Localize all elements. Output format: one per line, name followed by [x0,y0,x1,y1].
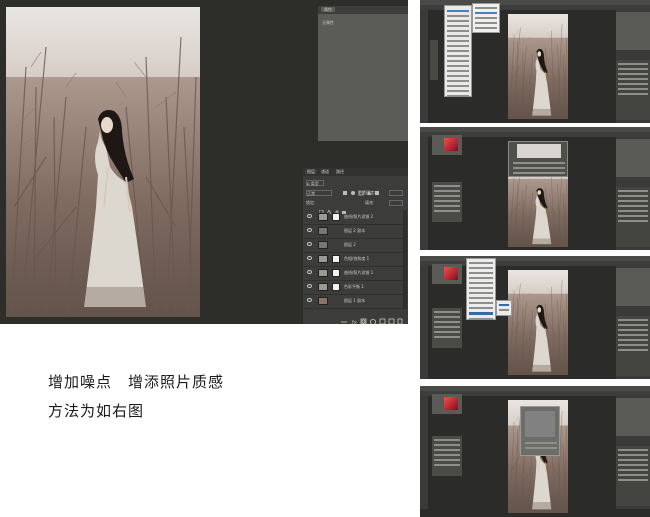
color-picker-panel [432,264,462,284]
caption-line2: 方法为如右图 [48,402,145,420]
color-swatch[interactable] [444,397,458,410]
layer-name: 色相/饱和度 1 [344,256,370,261]
mini-panel [432,182,462,222]
navigator-panel [616,268,650,306]
layer-mask-thumbnail [332,283,340,291]
layer-name: 图层 2 [344,242,356,247]
tools-panel [420,10,428,123]
caption-line1-a: 增加噪点 [48,373,113,391]
svg-text:fx: fx [352,320,357,324]
tab-paths[interactable]: 路径 [336,169,344,174]
layer-name: 图层 1 副本 [344,298,366,303]
layer-name: 图层 2 副本 [344,228,366,233]
visibility-eye-icon[interactable] [307,256,312,260]
layer-row[interactable]: 色相/饱和度 1 [304,252,407,267]
layer-mask-thumbnail [332,269,340,277]
layer-thumbnail [318,255,328,263]
blend-mode-select[interactable]: 正常 [306,190,332,196]
navigator-panel [616,398,650,436]
layers-panel-mini [616,60,650,120]
main-screenshot: 属性 无属性 图层 通道 路径 ρ 类型 正常 不透明度: 锁定: 填充: 曲线… [0,0,408,324]
visibility-eye-icon[interactable] [307,270,312,274]
visibility-eye-icon[interactable] [307,228,312,232]
color-picker-panel [432,135,462,155]
dialog-preview [517,144,561,158]
layers-panel-mini [616,187,650,247]
layers-panel-mini [616,446,650,506]
lock-label: 锁定: [306,200,316,205]
navigator-panel [616,139,650,177]
mini-panel [430,40,438,80]
image-menu[interactable] [466,258,496,320]
visibility-eye-icon[interactable] [307,214,312,218]
layer-name: 色彩平衡 1 [344,284,364,289]
step1-screenshot [420,0,650,123]
mini-panel [432,308,462,348]
visibility-eye-icon[interactable] [307,298,312,302]
layer-mask-thumbnail [332,213,340,221]
layer-thumbnail [318,283,328,291]
layer-list: 曲线/照片滤镜 2 图层 2 副本 图层 2 色相/饱和度 1 曲线/照片滤镜 1 色彩平… [304,210,407,309]
layers-panel-mini [616,316,650,376]
opacity-input[interactable] [389,190,403,196]
tab-properties[interactable]: 属性 [321,7,335,12]
tools-panel [420,266,428,379]
layer-name: 曲线/照片滤镜 2 [344,214,374,219]
tab-layers[interactable]: 图层 [305,169,317,174]
opacity-label: 不透明度: [358,190,376,195]
properties-panel: 属性 无属性 [318,6,408,141]
color-swatch[interactable] [444,267,458,280]
layer-thumbnail [318,269,328,277]
step3-photo [508,270,568,375]
layer-thumbnail [318,227,328,235]
layers-scrollbar[interactable] [403,210,407,308]
layer-thumbnail [318,213,328,221]
layer-name: 曲线/照片滤镜 1 [344,270,374,275]
layer-row[interactable]: 曲线/照片滤镜 2 [304,210,407,225]
girl-photo-image [6,7,200,317]
layer-filter-select[interactable]: ρ 类型 [306,180,324,186]
navigator-panel [616,12,650,50]
layer-thumbnail [318,241,328,249]
layers-bottom-toolbar: fx [303,312,408,324]
caption-line1-b: 增添照片质感 [128,373,225,391]
submenu[interactable] [496,300,512,316]
layers-panel: 图层 通道 路径 ρ 类型 正常 不透明度: 锁定: 填充: 曲线/照片滤镜 2… [303,168,408,324]
visibility-eye-icon[interactable] [307,242,312,246]
layer-row[interactable]: 图层 2 [304,238,407,253]
step4-screenshot [420,386,650,517]
tools-panel [420,396,428,509]
add-noise-dialog[interactable] [508,141,568,177]
fill-label: 填充: [365,200,375,205]
step3-screenshot [420,256,650,379]
no-properties-text: 无属性 [322,20,334,25]
filter-dropdown-menu[interactable] [444,5,472,97]
mini-panel [432,436,462,476]
canvas-photo [6,7,200,317]
color-picker-panel [432,394,462,414]
step1-photo [508,14,568,119]
layer-row[interactable]: 图层 2 副本 [304,224,407,239]
layer-row[interactable]: 图层 1 副本 [304,294,407,309]
layer-thumbnail [318,297,328,305]
lock-icons[interactable] [318,200,347,215]
visibility-eye-icon[interactable] [307,284,312,288]
tab-channels[interactable]: 通道 [321,169,329,174]
layers-panel-tabbar [303,168,408,176]
dialog-preview [525,411,555,437]
step2-screenshot [420,127,650,250]
layer-row[interactable]: 曲线/照片滤镜 1 [304,266,407,281]
layer-row[interactable]: 色彩平衡 1 [304,280,407,295]
color-swatch[interactable] [444,138,458,151]
fill-input[interactable] [389,200,403,206]
layer-mask-thumbnail [332,255,340,263]
filter-submenu[interactable] [472,3,500,33]
filter-icons [343,181,383,196]
tools-panel [420,137,428,250]
noise-filter-dialog[interactable] [520,406,560,456]
